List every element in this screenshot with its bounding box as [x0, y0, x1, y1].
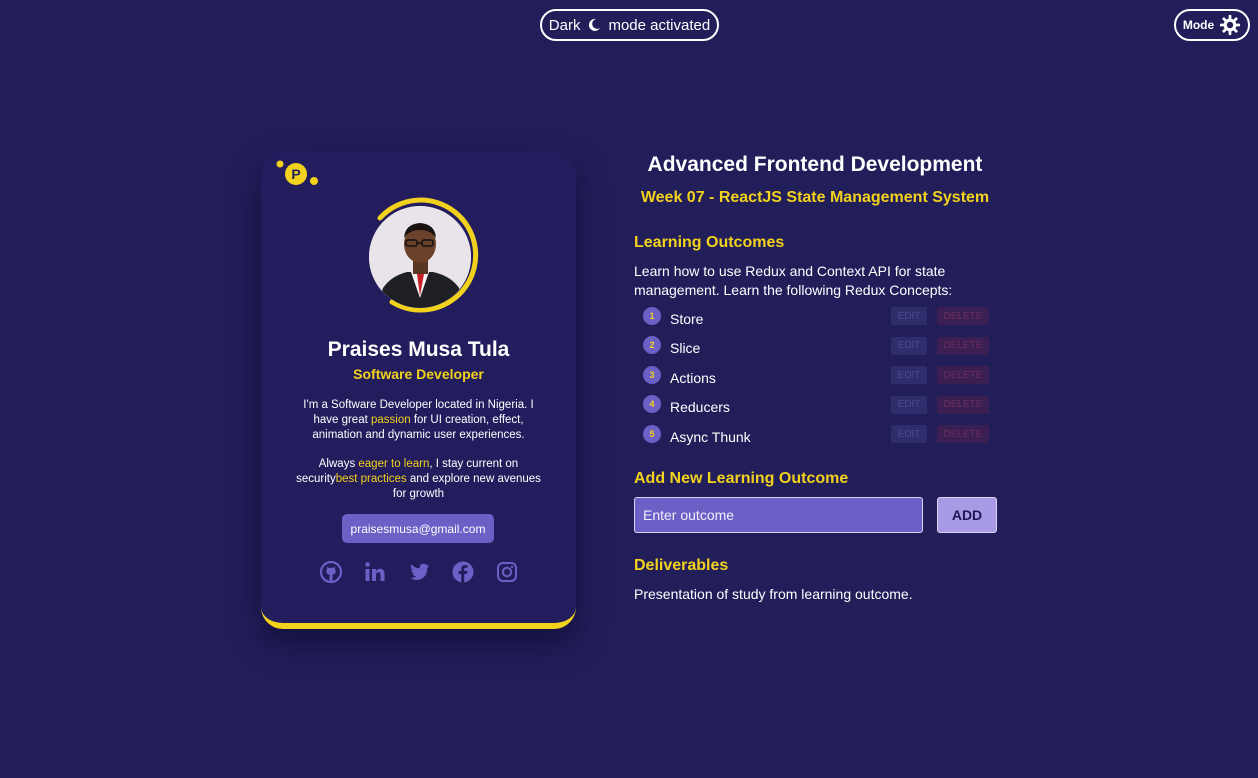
delete-button[interactable]: DELETE	[937, 425, 989, 443]
list-item: 4 Reducers EDIT DELETE	[643, 393, 989, 423]
edit-button[interactable]: EDIT	[891, 307, 927, 325]
course-title: Advanced Frontend Development	[647, 153, 983, 176]
bio-highlight-eager: eager to learn	[358, 458, 430, 470]
outcome-number: 5	[643, 424, 661, 443]
delete-button[interactable]: DELETE	[937, 307, 989, 325]
outcome-number: 4	[643, 395, 661, 414]
status-left-text: Dark	[548, 16, 581, 34]
twitter-icon[interactable]	[407, 560, 431, 584]
list-item: 5 Async Thunk EDIT DELETE	[643, 422, 989, 452]
list-item: 3 Actions EDIT DELETE	[643, 363, 989, 393]
outcome-input[interactable]	[634, 497, 923, 533]
outcome-number: 1	[643, 306, 661, 325]
list-item: 2 Slice EDIT DELETE	[643, 334, 989, 364]
learning-outcomes-heading: Learning Outcomes	[634, 234, 785, 251]
outcome-number: 3	[643, 365, 661, 384]
instagram-icon[interactable]	[495, 560, 519, 584]
avatar	[369, 206, 471, 308]
facebook-icon[interactable]	[451, 560, 475, 584]
profile-name: Praises Musa Tula	[327, 338, 510, 361]
email-button[interactable]: praisesmusa@gmail.com	[342, 514, 494, 543]
mode-label: Mode	[1182, 18, 1215, 32]
add-button[interactable]: ADD	[937, 497, 997, 533]
moon-icon	[586, 17, 602, 33]
bio-highlight-practices: best practices	[335, 473, 407, 485]
deliverables-heading: Deliverables	[634, 557, 729, 574]
outcome-number: 2	[643, 336, 661, 355]
outcome-label: Slice	[670, 340, 701, 357]
outcome-label: Store	[670, 310, 704, 327]
delete-button[interactable]: DELETE	[937, 395, 989, 414]
gear-icon	[1219, 14, 1241, 36]
deliverables-text: Presentation of study from learning outc…	[634, 586, 913, 602]
logo: P	[275, 159, 321, 189]
mode-toggle-button[interactable]: Mode	[1174, 9, 1250, 41]
edit-button[interactable]: EDIT	[891, 425, 927, 443]
outcomes-list: 1 Store EDIT DELETE 2 Slice EDIT DELETE …	[643, 304, 989, 452]
github-icon[interactable]	[319, 560, 343, 584]
profile-role: Software Developer	[353, 366, 484, 382]
logo-letter: P	[291, 166, 300, 182]
delete-button[interactable]: DELETE	[937, 366, 989, 384]
edit-button[interactable]: EDIT	[891, 366, 927, 384]
bio-paragraph-1: I'm a Software Developer located in Nige…	[303, 399, 534, 441]
list-item: 1 Store EDIT DELETE	[643, 304, 989, 334]
add-outcome-heading: Add New Learning Outcome	[634, 470, 849, 487]
status-right-text: mode activated	[608, 16, 711, 34]
outcome-label: Reducers	[670, 399, 730, 416]
week-title: Week 07 - ReactJS State Management Syste…	[640, 189, 990, 206]
bio-paragraph-2: Always eager to learn, I stay current on…	[296, 458, 541, 500]
outcome-label: Actions	[670, 369, 716, 386]
linkedin-icon[interactable]	[363, 560, 387, 584]
dark-mode-status: Dark mode activated	[540, 9, 719, 41]
profile-card: P Praises Musa Tula Software Developer I…	[261, 152, 576, 629]
edit-button[interactable]: EDIT	[891, 336, 927, 355]
edit-button[interactable]: EDIT	[891, 395, 927, 414]
learning-outcomes-description: Learn how to use Redux and Context API f…	[634, 263, 953, 298]
outcome-label: Async Thunk	[670, 428, 751, 445]
delete-button[interactable]: DELETE	[937, 336, 989, 355]
bio-highlight-passion: passion	[370, 414, 411, 426]
social-links	[319, 559, 519, 585]
